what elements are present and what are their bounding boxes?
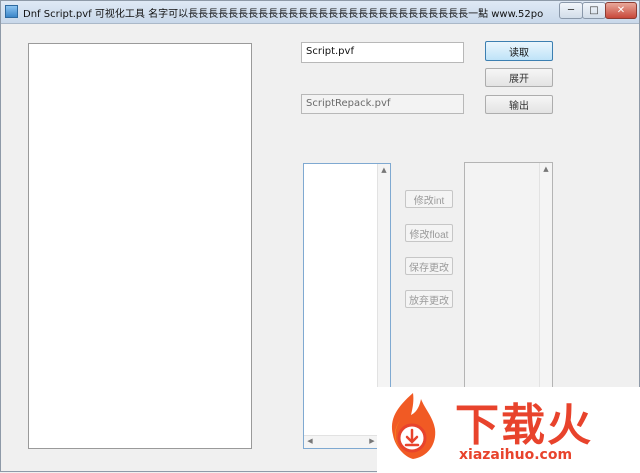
list-horizontal-scrollbar[interactable]: ◀ ▶ bbox=[304, 435, 378, 448]
discard-changes-button[interactable]: 放弃更改 bbox=[405, 290, 453, 308]
app-window-icon bbox=[5, 5, 18, 18]
maximize-button[interactable]: □ bbox=[582, 2, 606, 19]
script-path-input[interactable]: Script.pvf bbox=[301, 42, 464, 63]
value-box[interactable]: ▲ bbox=[464, 162, 553, 392]
modify-int-button[interactable]: 修改int bbox=[405, 190, 453, 208]
app-window: Dnf Script.pvf 可视化工具 名字可以長長長長長長長長長長長長長長長… bbox=[0, 0, 640, 473]
watermark-text: 下载火 bbox=[455, 400, 593, 451]
save-changes-button[interactable]: 保存更改 bbox=[405, 257, 453, 275]
value-scroll-up-icon[interactable]: ▲ bbox=[540, 165, 552, 173]
minimize-button[interactable]: ─ bbox=[559, 2, 583, 19]
modify-float-button[interactable]: 修改float bbox=[405, 224, 453, 242]
flame-logo-icon bbox=[391, 393, 436, 459]
scroll-left-icon[interactable]: ◀ bbox=[304, 437, 316, 445]
scroll-up-icon[interactable]: ▲ bbox=[378, 166, 390, 174]
value-vertical-scrollbar[interactable]: ▲ bbox=[539, 163, 552, 391]
title-bar[interactable]: Dnf Script.pvf 可视化工具 名字可以長長長長長長長長長長長長長長長… bbox=[1, 1, 639, 24]
tree-view-panel[interactable] bbox=[28, 43, 252, 449]
read-button[interactable]: 读取 bbox=[485, 41, 553, 61]
watermark-overlay: 下载火 xiazaihuo.com bbox=[377, 387, 640, 473]
window-title: Dnf Script.pvf 可视化工具 名字可以長長長長長長長長長長長長長長長… bbox=[23, 9, 543, 20]
close-button[interactable]: ✕ bbox=[605, 2, 637, 19]
repack-path-input: ScriptRepack.pvf bbox=[301, 94, 464, 114]
watermark-url: xiazaihuo.com bbox=[459, 447, 573, 463]
export-button[interactable]: 输出 bbox=[485, 95, 553, 114]
expand-button[interactable]: 展开 bbox=[485, 68, 553, 87]
